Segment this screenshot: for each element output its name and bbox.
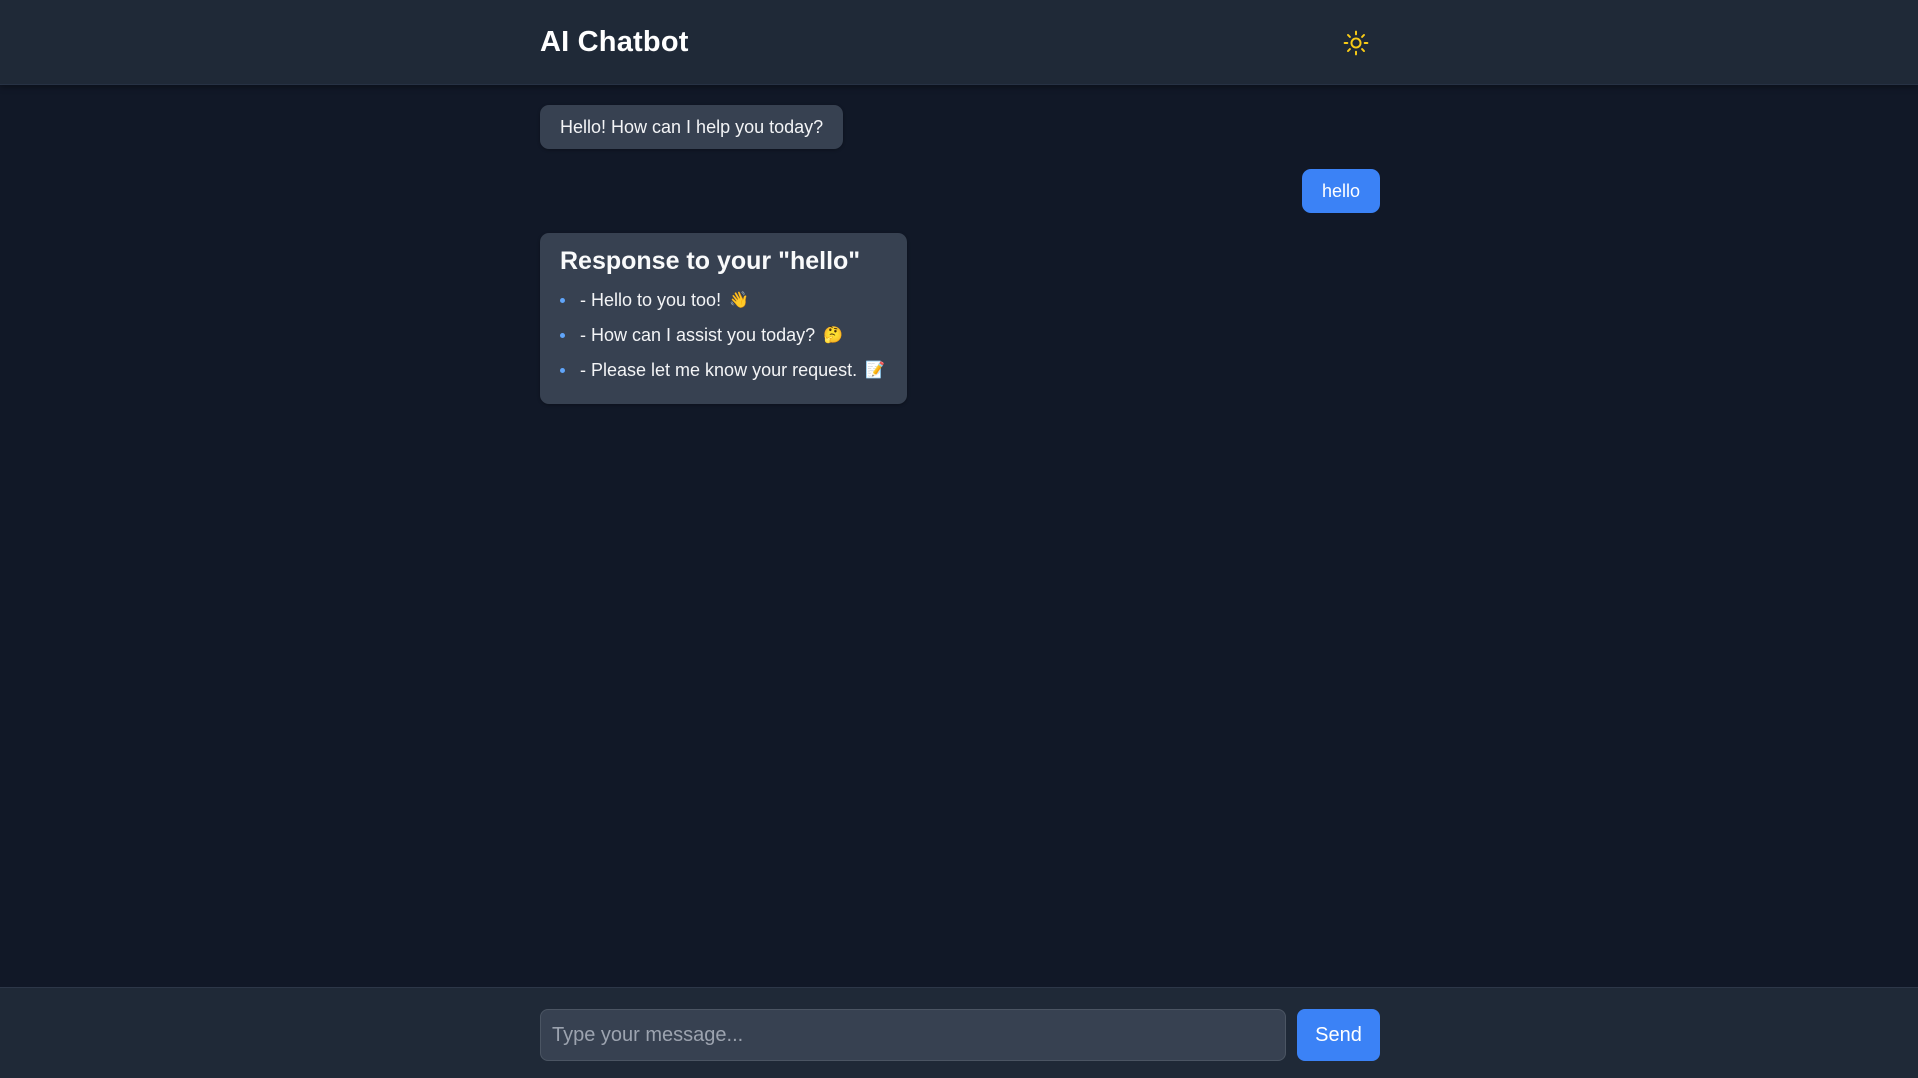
bot-response-row: Response to your "hello" - Hello to you … <box>540 213 1380 404</box>
bot-response-message: Response to your "hello" - Hello to you … <box>540 233 908 404</box>
chat-messages: Hello! How can I help you today? hello R… <box>540 105 1380 404</box>
bullet-icon <box>560 298 565 303</box>
bullet-icon <box>560 333 565 338</box>
header-content: AI Chatbot <box>540 0 1380 85</box>
bot-greeting-message: Hello! How can I help you today? <box>540 105 844 149</box>
list-item: - Please let me know your request. 📝 <box>560 353 885 388</box>
list-item-text: - Please let me know your request. <box>580 360 858 380</box>
message-input[interactable] <box>540 1009 1286 1061</box>
chat-app: AI Chatbot Hello! How can I help you tod… <box>0 0 1918 1078</box>
list-item-text: - How can I assist you today? <box>580 325 816 345</box>
list-item: - How can I assist you today? 🤔 <box>560 318 885 353</box>
thinking-face-emoji: 🤔 <box>823 327 844 344</box>
bullet-icon <box>560 368 565 373</box>
user-message: hello <box>1301 169 1380 213</box>
composer-content: Send <box>540 1009 1380 1061</box>
list-item-text: - Hello to you too! <box>580 290 722 310</box>
app-title: AI Chatbot <box>540 26 689 58</box>
message-composer: Send <box>0 987 1918 1078</box>
send-button[interactable]: Send <box>1297 1009 1380 1061</box>
memo-emoji: 📝 <box>865 362 886 379</box>
response-list: - Hello to you too! 👋 - How can I assist… <box>560 283 885 388</box>
app-header: AI Chatbot <box>0 0 1918 85</box>
bot-message-row: Hello! How can I help you today? <box>540 105 1380 149</box>
theme-toggle-button[interactable] <box>1338 25 1374 61</box>
user-message-row: hello <box>540 169 1380 213</box>
sun-icon <box>1343 30 1369 55</box>
response-heading: Response to your "hello" <box>560 247 861 275</box>
waving-hand-emoji: 👋 <box>729 292 749 309</box>
list-item: - Hello to you too! 👋 <box>560 283 885 318</box>
